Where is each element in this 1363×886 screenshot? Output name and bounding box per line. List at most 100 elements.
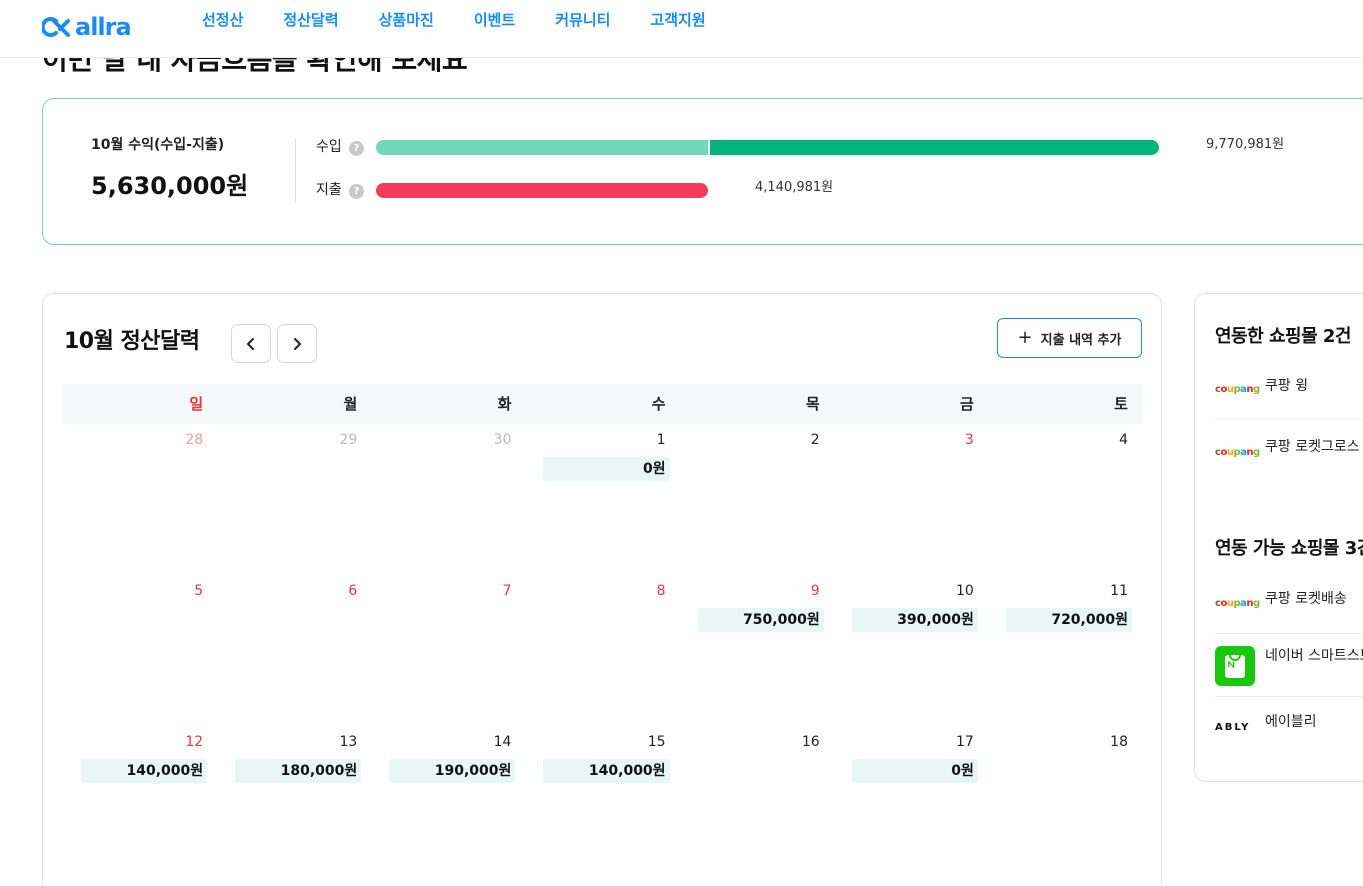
mall-name: 쿠팡 로켓배송: [1265, 591, 1347, 607]
mall-name: 쿠팡 윙: [1265, 378, 1309, 394]
day-number: 16: [801, 734, 820, 750]
calendar-day[interactable]: 15 140,000원: [525, 728, 679, 879]
calendar-day[interactable]: 6: [217, 577, 371, 728]
mall-name: 쿠팡 로켓그로스: [1265, 439, 1360, 455]
calendar-day[interactable]: 12 140,000원: [63, 728, 217, 879]
day-number: 12: [185, 734, 204, 750]
income-value: 9,770,981원: [1206, 137, 1285, 152]
mall-item-coupang-rocket-delivery[interactable]: coupang 쿠팡 로켓배송: [1215, 572, 1363, 634]
calendar-day[interactable]: 5: [63, 577, 217, 728]
calendar-day[interactable]: 13 180,000원: [217, 728, 371, 879]
nav-item-community[interactable]: 커뮤니티: [535, 8, 630, 32]
plus-icon: +: [1017, 327, 1033, 348]
calendar-day[interactable]: 16: [680, 728, 834, 879]
nav-item-event[interactable]: 이벤트: [454, 8, 535, 32]
day-number: 30: [493, 432, 512, 448]
day-number: 10: [956, 583, 974, 599]
settlement-calendar-card: 10월 정산달력 + 지출 내역 추가 일 월 화 수 목 금 토 28 29 …: [42, 293, 1162, 886]
settlement-amount-chip[interactable]: 720,000원: [1005, 608, 1132, 632]
calendar-day[interactable]: 1 0원: [525, 426, 679, 577]
expense-label: 지출: [316, 182, 342, 198]
calendar-day[interactable]: 2: [680, 426, 834, 577]
nav-item-support[interactable]: 고객지원: [630, 8, 725, 32]
settlement-amount-chip[interactable]: 0원: [543, 457, 670, 481]
revenue-label: 10월 수익(수입-지출): [91, 137, 225, 153]
add-expense-button[interactable]: + 지출 내역 추가: [997, 318, 1142, 358]
nav-item-product-margin[interactable]: 상품마진: [359, 8, 454, 32]
settlement-amount-chip[interactable]: 0원: [851, 759, 978, 783]
mall-item-ably[interactable]: ABLY 에이블리: [1215, 698, 1363, 760]
expense-help-icon[interactable]: ?: [349, 184, 364, 199]
nav-item-settlement-calendar[interactable]: 정산달력: [263, 8, 358, 32]
add-expense-label: 지출 내역 추가: [1040, 332, 1122, 348]
settlement-amount-chip[interactable]: 190,000원: [389, 759, 516, 783]
calendar-title: 10월 정산달력: [64, 329, 200, 354]
top-header: allra 선정산 정산달력 상품마진 이벤트 커뮤니티 고객지원: [0, 0, 1363, 58]
calendar-day[interactable]: 18: [988, 728, 1142, 879]
calendar-day[interactable]: 8: [525, 577, 679, 728]
ably-logo-text: ABLY: [1215, 721, 1251, 733]
income-label: 수입: [316, 139, 342, 155]
allra-logo-text: allra: [75, 13, 132, 41]
prev-month-button[interactable]: [231, 324, 271, 363]
day-number: 9: [810, 583, 820, 599]
coupang-logo-icon: coupang: [1215, 597, 1260, 609]
day-number: 29: [339, 432, 358, 448]
day-number: 5: [194, 583, 204, 599]
settlement-amount-chip[interactable]: 750,000원: [697, 608, 824, 632]
calendar-day[interactable]: 28: [63, 426, 217, 577]
revenue-summary-card: 10월 수익(수입-지출) 5,630,000원 수입 ? 9,770,981원…: [42, 98, 1363, 245]
day-number: 3: [964, 432, 974, 448]
calendar-day[interactable]: 7: [371, 577, 525, 728]
expense-bar-segment: [376, 183, 708, 198]
calendar-day[interactable]: 14 190,000원: [371, 728, 525, 879]
coupang-logo-icon: coupang: [1215, 383, 1260, 395]
naver-smartstore-logo-icon: [1215, 646, 1259, 686]
calendar-day[interactable]: 11 720,000원: [988, 577, 1142, 728]
day-number: 6: [348, 583, 358, 599]
weekday-mon: 월: [343, 395, 358, 413]
day-number: 2: [810, 432, 820, 448]
weekday-fri: 금: [960, 395, 974, 413]
allra-logo[interactable]: allra: [40, 13, 132, 41]
summary-divider: [295, 139, 296, 203]
weekday-header: 일 월 화 수 목 금 토: [63, 384, 1142, 424]
expense-value: 4,140,981원: [755, 180, 834, 195]
calendar-week: 5 6 7 8 9 750,000원 10 390,000원 11 720,000원: [63, 577, 1142, 728]
day-number: 4: [1119, 432, 1128, 448]
calendar-day[interactable]: 30: [371, 426, 525, 577]
settlement-amount-chip[interactable]: 140,000원: [543, 759, 670, 783]
calendar-day[interactable]: 4: [988, 426, 1142, 577]
calendar-day[interactable]: 17 0원: [834, 728, 988, 879]
day-number: 14: [493, 734, 512, 750]
weekday-thu: 목: [805, 395, 820, 413]
settlement-amount-chip[interactable]: 180,000원: [235, 759, 362, 783]
next-month-button[interactable]: [277, 324, 317, 363]
day-number: 1: [656, 432, 666, 448]
calendar-day[interactable]: 29: [217, 426, 371, 577]
shopping-mall-panel: 연동한 쇼핑몰 2건 coupang 쿠팡 윙 coupang 쿠팡 로켓그로스…: [1194, 293, 1363, 782]
income-help-icon[interactable]: ?: [349, 141, 364, 156]
weekday-sat: 토: [1114, 395, 1128, 413]
calendar-day[interactable]: 10 390,000원: [834, 577, 988, 728]
day-number: 28: [185, 432, 204, 448]
calendar-week: 28 29 30 1 0원 2 3 4: [63, 426, 1142, 577]
calendar-day[interactable]: 9 750,000원: [680, 577, 834, 728]
chevron-left-icon: [247, 337, 254, 350]
mall-item-coupang-wing[interactable]: coupang 쿠팡 윙: [1215, 358, 1363, 420]
mall-item-naver-smartstore[interactable]: 네이버 스마트스토어: [1215, 635, 1363, 697]
settlement-amount-chip[interactable]: 140,000원: [81, 759, 208, 783]
settlement-amount-chip[interactable]: 390,000원: [851, 608, 978, 632]
calendar-week: 12 140,000원 13 180,000원 14 190,000원 15 140,0…: [63, 728, 1142, 879]
weekday-tue: 화: [497, 395, 512, 413]
weekday-sun: 일: [189, 395, 204, 413]
day-number: 17: [956, 734, 974, 750]
day-number: 18: [1110, 734, 1128, 750]
calendar-grid: 28 29 30 1 0원 2 3 4 5 6 7 8 9 750,000원 10 3…: [63, 426, 1142, 879]
ably-logo-icon: ABLY: [1215, 707, 1259, 747]
mall-item-coupang-rocket-growth[interactable]: coupang 쿠팡 로켓그로스: [1215, 421, 1363, 483]
calendar-day[interactable]: 3: [834, 426, 988, 577]
nav-item-prepayment[interactable]: 선정산: [182, 8, 263, 32]
day-number: 11: [1110, 583, 1128, 599]
weekday-wed: 수: [651, 395, 666, 413]
